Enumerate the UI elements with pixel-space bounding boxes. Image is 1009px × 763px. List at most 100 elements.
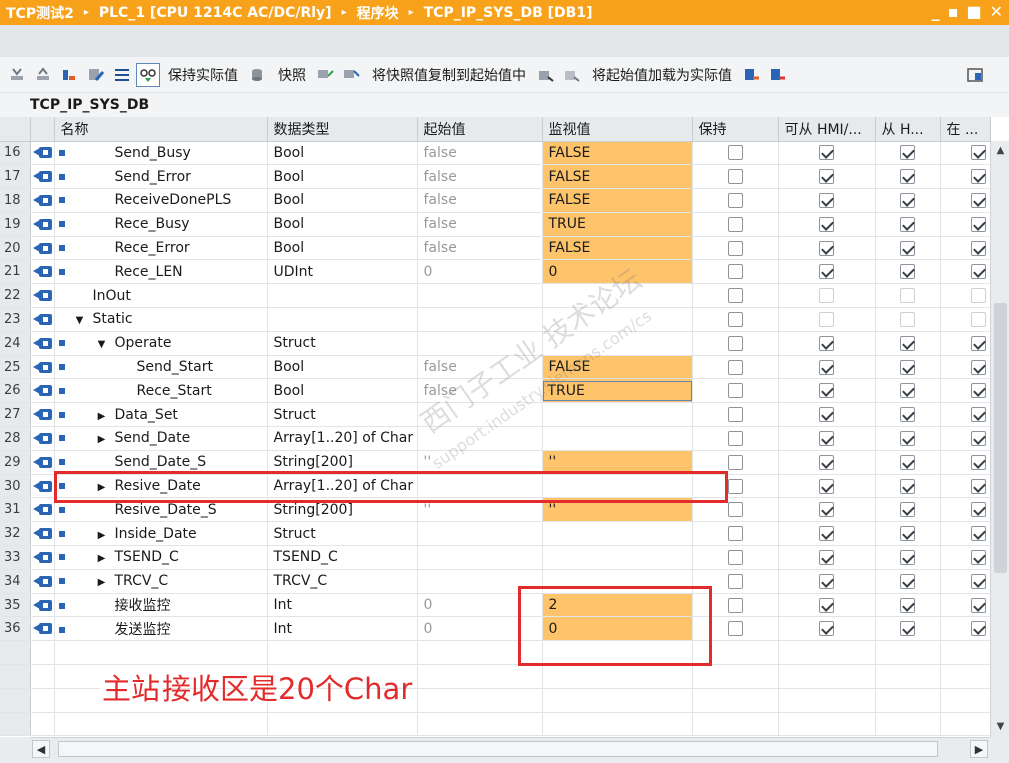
data-type-cell[interactable]: Int bbox=[267, 593, 418, 618]
column-header-monitor-value[interactable]: 监视值 bbox=[542, 117, 693, 142]
writable-hmi-checkbox[interactable] bbox=[900, 526, 915, 542]
data-type-cell[interactable]: UDInt bbox=[267, 259, 418, 285]
name-cell[interactable]: Resive_Date_S bbox=[54, 497, 268, 523]
visible-in-hmi-checkbox[interactable] bbox=[970, 549, 986, 565]
start-value-cell[interactable]: false bbox=[417, 236, 543, 261]
accessible-hmi-checkbox[interactable] bbox=[819, 264, 834, 280]
collapse-arrow-icon[interactable]: ▼ bbox=[73, 315, 87, 326]
start-value-cell[interactable]: 0 bbox=[417, 259, 543, 285]
monitor-value-cell[interactable]: 0 bbox=[542, 259, 693, 285]
list-view-icon[interactable] bbox=[110, 63, 134, 87]
column-header-data-type[interactable]: 数据类型 bbox=[267, 117, 418, 142]
accessible-hmi-checkbox[interactable] bbox=[819, 216, 834, 232]
selected-monitor-value[interactable]: TRUE bbox=[542, 380, 691, 401]
snapshot-button[interactable]: 快照 bbox=[278, 65, 306, 85]
data-type-cell[interactable]: Int bbox=[267, 616, 418, 642]
insert-row-icon[interactable] bbox=[6, 63, 30, 87]
visible-in-hmi-checkbox[interactable] bbox=[970, 430, 986, 446]
monitor-value-cell[interactable]: FALSE bbox=[542, 141, 693, 166]
column-header-retain[interactable]: 保持 bbox=[692, 117, 779, 142]
name-cell[interactable]: ▶ TSEND_C bbox=[54, 545, 268, 570]
column-header-writable-hmi[interactable]: 从 H... bbox=[875, 117, 941, 142]
monitor-value-cell[interactable]: FALSE bbox=[542, 188, 693, 213]
monitor-value-cell[interactable]: 0 bbox=[542, 616, 693, 642]
retain-checkbox[interactable] bbox=[727, 573, 743, 589]
visible-in-hmi-checkbox[interactable] bbox=[970, 383, 986, 399]
data-type-cell[interactable]: String[200] bbox=[267, 450, 418, 475]
name-cell[interactable]: Rece_LEN bbox=[54, 259, 268, 285]
expand-arrow-icon[interactable]: ▶ bbox=[95, 411, 109, 422]
edit-icon[interactable] bbox=[84, 63, 108, 87]
writable-hmi-checkbox[interactable] bbox=[900, 454, 915, 470]
name-cell[interactable]: Send_Busy bbox=[54, 141, 268, 166]
start-value-cell[interactable]: '' bbox=[417, 450, 543, 475]
table-row[interactable]: 36 发送监控 Int 0 0 bbox=[0, 616, 991, 642]
accessible-hmi-checkbox[interactable] bbox=[819, 335, 834, 351]
visible-in-hmi-checkbox[interactable] bbox=[970, 407, 986, 423]
name-cell[interactable]: Send_Start bbox=[54, 355, 268, 380]
data-type-cell[interactable] bbox=[267, 307, 418, 332]
retain-checkbox[interactable] bbox=[727, 240, 743, 256]
start-value-cell[interactable]: false bbox=[417, 378, 543, 404]
writable-hmi-checkbox[interactable] bbox=[900, 264, 915, 280]
name-cell[interactable]: Send_Error bbox=[54, 164, 268, 190]
data-type-cell[interactable]: String[200] bbox=[267, 497, 418, 523]
scroll-right-icon[interactable]: ▶ bbox=[970, 740, 988, 758]
add-row-icon[interactable] bbox=[32, 63, 56, 87]
writable-hmi-checkbox[interactable] bbox=[900, 407, 915, 423]
retain-checkbox[interactable] bbox=[727, 192, 743, 208]
accessible-hmi-checkbox[interactable] bbox=[819, 597, 834, 613]
retain-checkbox[interactable] bbox=[727, 454, 743, 470]
data-type-cell[interactable] bbox=[267, 283, 418, 309]
monitor-value-cell[interactable]: 2 bbox=[542, 593, 693, 618]
minimize-icon[interactable]: _ bbox=[932, 2, 940, 21]
visible-in-hmi-checkbox[interactable] bbox=[970, 478, 986, 494]
monitor-value-cell[interactable]: TRUE bbox=[542, 212, 693, 237]
accessible-hmi-checkbox[interactable] bbox=[819, 192, 834, 208]
table-row[interactable]: 33 ▶ TSEND_C TSEND_C bbox=[0, 545, 991, 570]
retain-checkbox[interactable] bbox=[727, 502, 743, 518]
collapse-arrow-icon[interactable]: ▼ bbox=[95, 339, 109, 350]
visible-in-hmi-checkbox[interactable] bbox=[970, 359, 986, 375]
name-cell[interactable]: Rece_Busy bbox=[54, 212, 268, 237]
name-cell[interactable]: InOut bbox=[54, 283, 268, 309]
expand-all-icon[interactable] bbox=[58, 63, 82, 87]
name-cell[interactable]: 发送监控 bbox=[54, 616, 268, 642]
name-cell[interactable]: ▶ TRCV_C bbox=[54, 569, 268, 594]
table-row[interactable]: 20 Rece_Error Bool false FALSE bbox=[0, 236, 991, 261]
start-value-cell[interactable] bbox=[417, 521, 543, 547]
writable-hmi-checkbox[interactable] bbox=[900, 288, 915, 304]
visible-in-hmi-checkbox[interactable] bbox=[970, 597, 986, 613]
start-value-cell[interactable] bbox=[417, 426, 543, 451]
start-value-cell[interactable]: false bbox=[417, 355, 543, 380]
data-type-cell[interactable]: Struct bbox=[267, 331, 418, 356]
retain-checkbox[interactable] bbox=[727, 430, 743, 446]
accessible-hmi-checkbox[interactable] bbox=[819, 478, 834, 494]
writable-hmi-checkbox[interactable] bbox=[900, 145, 915, 161]
name-cell[interactable]: ▶ Inside_Date bbox=[54, 521, 268, 547]
visible-in-hmi-checkbox[interactable] bbox=[970, 145, 986, 161]
start-value-cell[interactable]: false bbox=[417, 164, 543, 190]
snapshot-compare-icon[interactable] bbox=[340, 63, 364, 87]
writable-hmi-checkbox[interactable] bbox=[900, 478, 915, 494]
name-cell[interactable]: ▶ Resive_Date bbox=[54, 474, 268, 499]
start-value-cell[interactable] bbox=[417, 283, 543, 309]
monitor-value-cell[interactable] bbox=[542, 331, 693, 356]
start-value-cell[interactable] bbox=[417, 307, 543, 332]
table-row[interactable]: 28 ▶ Send_Date Array[1..20] of Char bbox=[0, 426, 991, 451]
table-row[interactable]: 27 ▶ Data_Set Struct bbox=[0, 402, 991, 428]
name-cell[interactable]: ▶ Send_Date bbox=[54, 426, 268, 451]
table-row[interactable]: 22 InOut bbox=[0, 283, 991, 309]
vertical-scrollbar[interactable]: ▲ ▼ bbox=[990, 141, 1009, 737]
table-row[interactable]: 30 ▶ Resive_Date Array[1..20] of Char bbox=[0, 474, 991, 499]
visible-in-hmi-checkbox[interactable] bbox=[970, 573, 986, 589]
table-row[interactable]: 18 ReceiveDonePLS Bool false FALSE bbox=[0, 188, 991, 213]
table-row[interactable]: 23 ▼ Static bbox=[0, 307, 991, 332]
load-start-icon[interactable] bbox=[534, 63, 558, 87]
accessible-hmi-checkbox[interactable] bbox=[819, 621, 834, 637]
data-type-cell[interactable]: Bool bbox=[267, 378, 418, 404]
monitor-value-cell[interactable] bbox=[542, 402, 693, 428]
table-row[interactable]: 32 ▶ Inside_Date Struct bbox=[0, 521, 991, 547]
table-row[interactable]: 29 Send_Date_S String[200] '' '' bbox=[0, 450, 991, 475]
monitor-value-cell[interactable]: FALSE bbox=[542, 236, 693, 261]
